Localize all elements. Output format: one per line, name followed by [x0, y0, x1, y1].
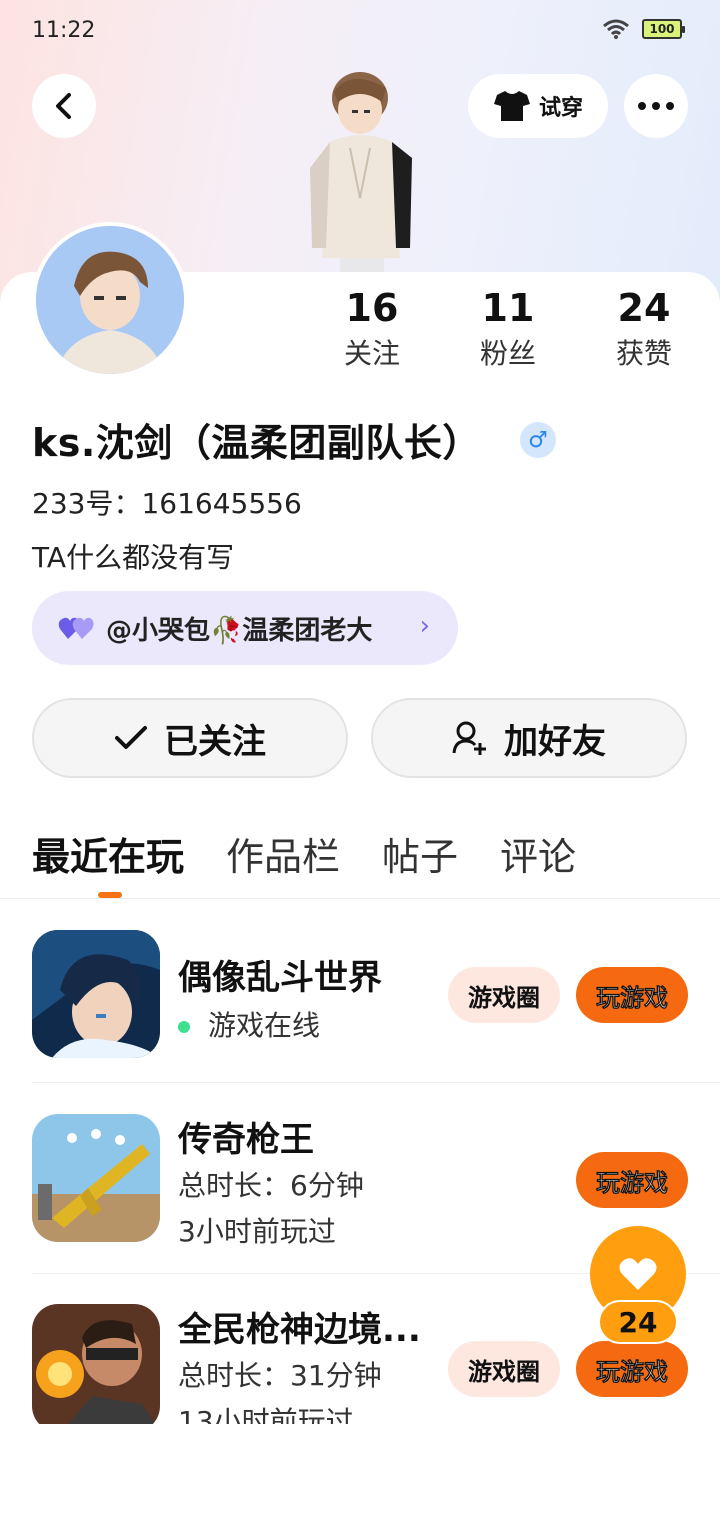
stat-label: 获赞 [615, 337, 672, 370]
stat-label: 关注 [343, 337, 400, 370]
avatar[interactable] [32, 222, 188, 378]
wifi-icon [603, 19, 629, 39]
stat-label: 粉丝 [479, 337, 536, 370]
try-on-label: 试穿 [538, 96, 583, 121]
game-name: 偶像乱斗世界 [178, 958, 382, 998]
game-icon-legend-gun-king [32, 1114, 160, 1242]
add-friend-label: 加好友 [504, 721, 606, 762]
game-icon-idol-brawl [32, 930, 160, 1058]
heart-icon [619, 1258, 657, 1290]
play-game-button[interactable]: 玩游戏 [576, 1341, 688, 1397]
online-status-dot [178, 1021, 190, 1033]
profile-tabs: 最近在玩 作品栏 帖子 评论 [32, 826, 576, 881]
user-id[interactable]: 233号：161645556 [32, 482, 302, 522]
chevron-left-icon [56, 93, 71, 119]
game-row[interactable]: 偶像乱斗世界 游戏在线 游戏圈 玩游戏 [32, 930, 720, 1060]
stat-value: 24 [617, 286, 671, 330]
followed-button[interactable]: 已关注 [32, 698, 348, 778]
play-game-button[interactable]: 玩游戏 [576, 1152, 688, 1208]
username: ks.沈剑（温柔团副队长） [32, 421, 481, 465]
divider [32, 1082, 720, 1083]
relation-badge[interactable]: @小哭包🥀温柔团老大 › [32, 591, 458, 665]
battery-icon: 100 [642, 19, 685, 39]
game-status-text: 游戏在线 [208, 1009, 321, 1042]
check-icon [115, 726, 147, 749]
add-user-icon [452, 721, 486, 755]
back-button[interactable] [32, 74, 96, 138]
game-last-played: 3小时前玩过 [178, 1215, 336, 1248]
tshirt-icon [493, 91, 530, 121]
list-bottom-mask [0, 1424, 720, 1520]
more-button[interactable] [624, 74, 688, 138]
stat-fans[interactable]: 11 粉丝 [448, 282, 568, 374]
double-heart-icon [58, 617, 94, 639]
play-game-button[interactable]: 玩游戏 [576, 967, 688, 1023]
game-status: 游戏在线 [178, 1004, 320, 1044]
like-count-badge: 24 [598, 1300, 678, 1344]
more-dots-icon [638, 102, 674, 110]
relation-text: @小哭包🥀温柔团老大 [106, 615, 373, 646]
game-name: 全民枪神边境... [178, 1310, 421, 1350]
stat-value: 11 [481, 286, 535, 330]
bio-text: TA什么都没有写 [32, 541, 235, 574]
tab-comments[interactable]: 评论 [500, 826, 576, 881]
character-figure [310, 72, 412, 298]
game-play-duration: 总时长：6分钟 [178, 1169, 364, 1202]
stat-following[interactable]: 16 关注 [312, 282, 432, 374]
status-time: 11:22 [32, 18, 96, 43]
try-on-button[interactable]: 试穿 [468, 74, 608, 138]
male-gender-icon: ♂ [520, 422, 556, 458]
chevron-right-icon: › [419, 611, 430, 641]
divider [0, 898, 720, 899]
game-circle-button[interactable]: 游戏圈 [448, 1341, 560, 1397]
game-circle-button[interactable]: 游戏圈 [448, 967, 560, 1023]
add-friend-button[interactable]: 加好友 [371, 698, 687, 778]
stat-likes[interactable]: 24 获赞 [584, 282, 704, 374]
status-icons: 100 [602, 18, 685, 40]
stat-value: 16 [345, 286, 399, 330]
game-icon-national-gun-god [32, 1304, 160, 1432]
game-play-duration: 总时长：31分钟 [178, 1359, 382, 1392]
tab-works[interactable]: 作品栏 [226, 826, 340, 881]
tab-recently-played[interactable]: 最近在玩 [32, 826, 184, 881]
tab-posts[interactable]: 帖子 [382, 826, 458, 881]
avatar-image [36, 226, 184, 374]
followed-label: 已关注 [164, 721, 266, 762]
game-name: 传奇枪王 [178, 1120, 314, 1160]
